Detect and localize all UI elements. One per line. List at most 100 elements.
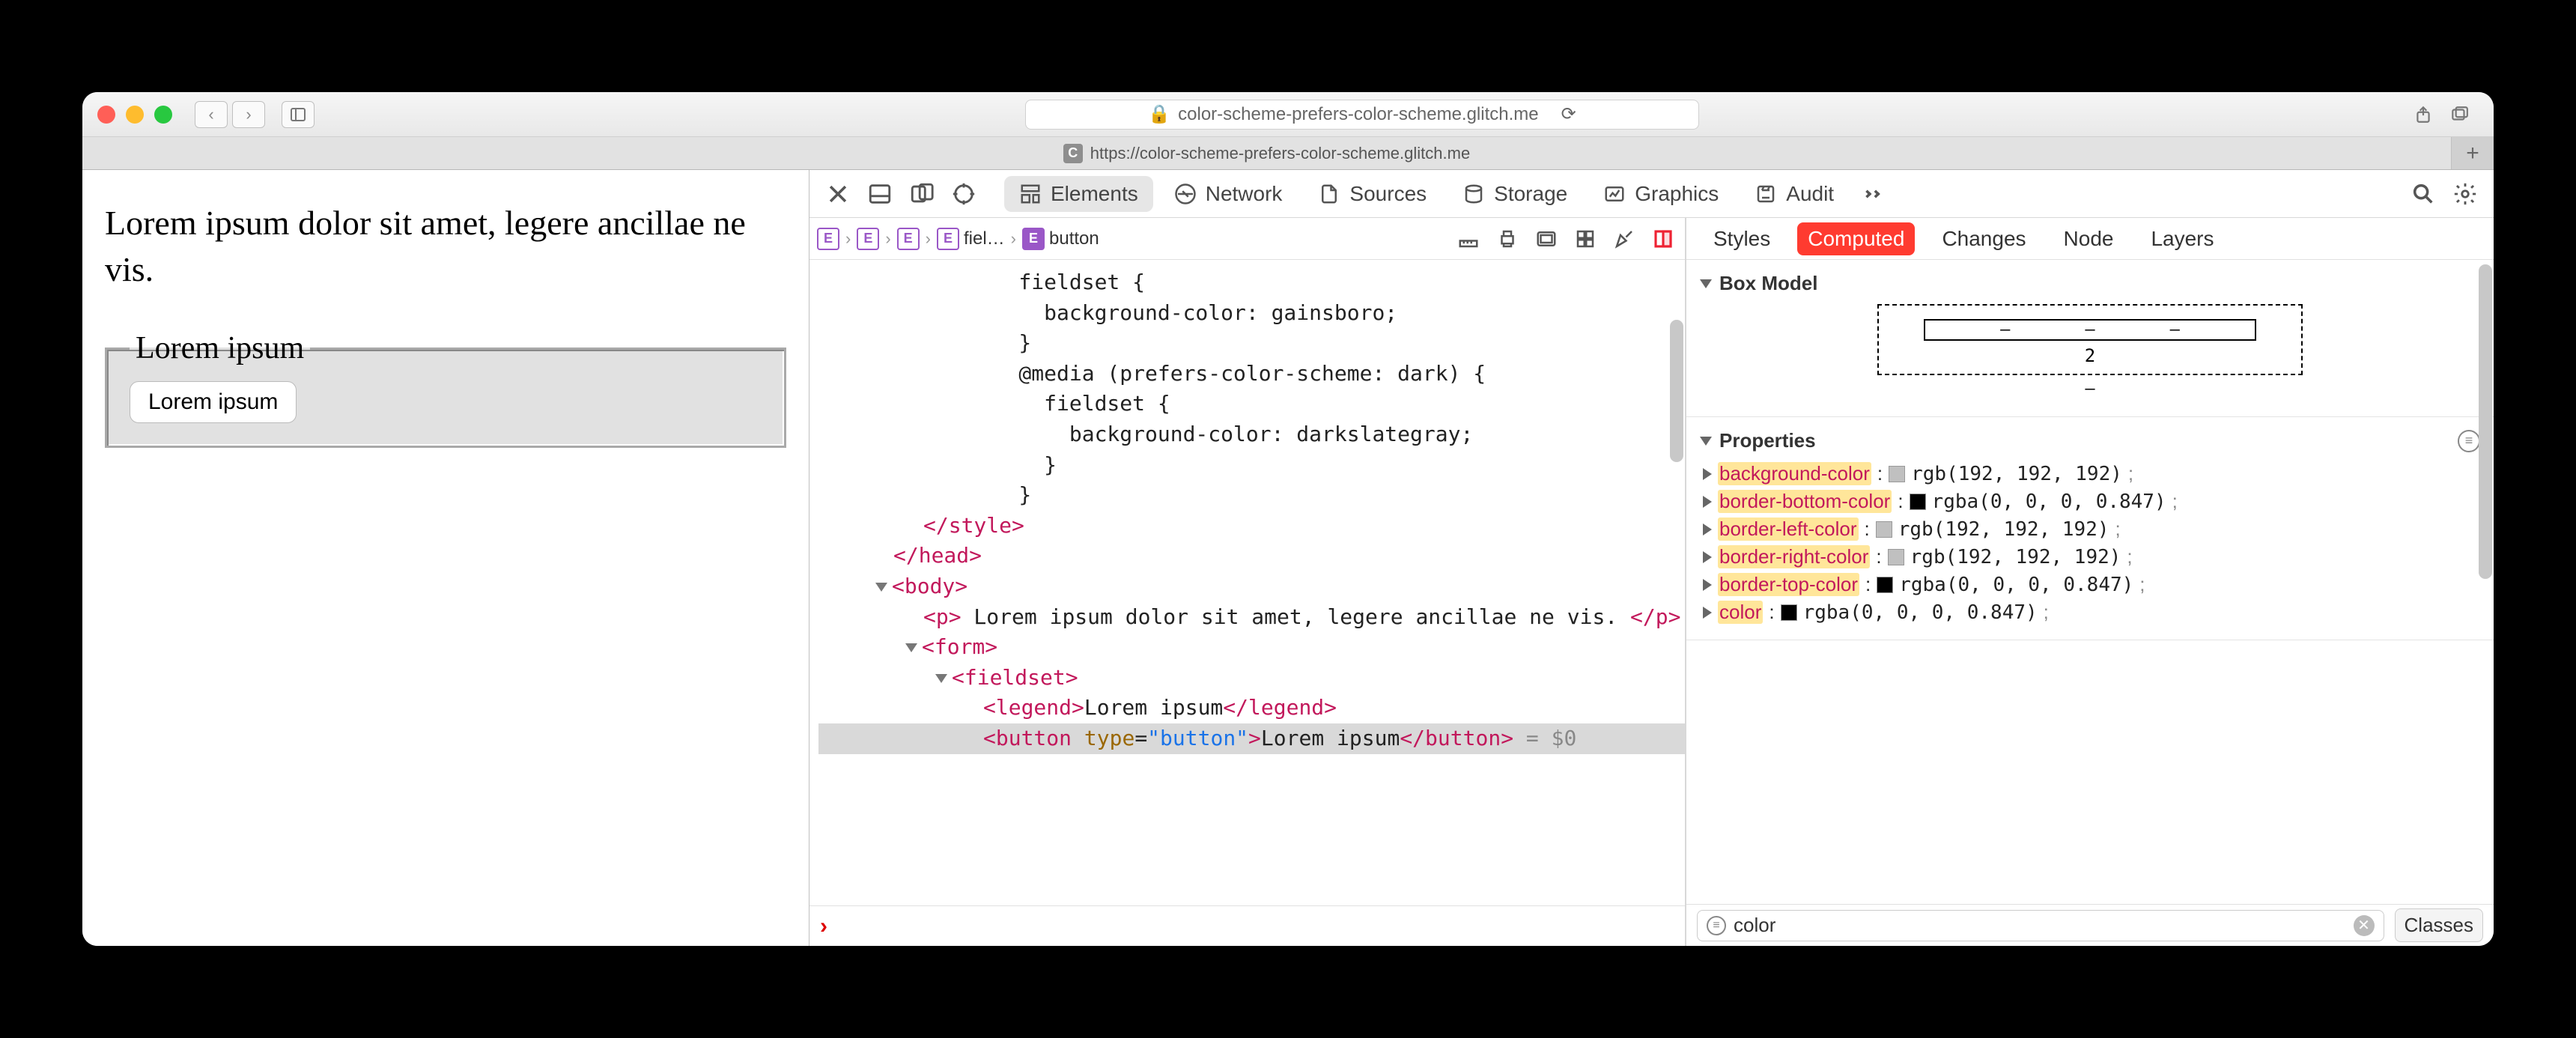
reload-icon[interactable]: ⟳ <box>1561 103 1576 125</box>
tab-audit[interactable]: Audit <box>1740 176 1849 212</box>
breadcrumb-sep: › <box>885 229 890 249</box>
property-name: color <box>1718 601 1763 624</box>
tab-favicon: C <box>1063 144 1083 163</box>
paint-flashing-button[interactable] <box>1610 225 1638 253</box>
color-swatch[interactable] <box>1888 549 1904 565</box>
property-value: rgba(0, 0, 0, 0.847) <box>1803 601 2038 624</box>
forward-button[interactable]: › <box>232 101 265 128</box>
side-scrollbar[interactable] <box>2479 264 2492 579</box>
dom-line[interactable]: background-color: gainsboro; <box>818 298 1685 329</box>
lock-icon: 🔒 <box>1148 103 1170 125</box>
overflow-tabs-button[interactable] <box>1855 176 1891 212</box>
classes-button[interactable]: Classes <box>2395 908 2483 942</box>
layout-panel-button[interactable] <box>1649 225 1677 253</box>
property-row[interactable]: border-right-color: rgb(192, 192, 192); <box>1703 543 2477 571</box>
tab-graphics[interactable]: Graphics <box>1588 176 1734 212</box>
dom-line[interactable]: background-color: darkslategray; <box>818 419 1685 450</box>
dom-line[interactable]: </style> <box>818 511 1685 541</box>
search-button[interactable] <box>2405 176 2441 212</box>
dom-tree[interactable]: fieldset { background-color: gainsboro; … <box>809 260 1685 905</box>
dom-line[interactable]: <p> Lorem ipsum dolor sit amet, legere a… <box>818 602 1685 633</box>
tab-computed[interactable]: Computed <box>1797 222 1915 255</box>
dom-line[interactable]: } <box>818 328 1685 359</box>
minimize-window-button[interactable] <box>126 106 144 124</box>
color-swatch[interactable] <box>1876 521 1892 538</box>
page-form: Lorem ipsum Lorem ipsum <box>105 330 786 448</box>
property-value: rgba(0, 0, 0, 0.847) <box>1899 574 2133 596</box>
property-row[interactable]: border-left-color: rgb(192, 192, 192); <box>1703 515 2477 543</box>
dom-line[interactable]: } <box>818 450 1685 481</box>
property-row[interactable]: color: rgba(0, 0, 0, 0.847); <box>1703 598 2477 626</box>
tab-elements[interactable]: Elements <box>1004 176 1153 212</box>
dom-line[interactable]: @media (prefers-color-scheme: dark) { <box>818 359 1685 389</box>
property-row[interactable]: background-color: rgb(192, 192, 192); <box>1703 460 2477 488</box>
element-picker-button[interactable] <box>946 176 982 212</box>
breadcrumb-sep: › <box>926 229 931 249</box>
tab-node[interactable]: Node <box>2053 222 2124 255</box>
breadcrumb-sep: › <box>1011 229 1016 249</box>
rulers-button[interactable] <box>1454 225 1483 253</box>
disclosure-triangle-icon <box>1700 279 1712 288</box>
tab-sources[interactable]: Sources <box>1303 176 1442 212</box>
close-window-button[interactable] <box>97 106 115 124</box>
dom-line[interactable]: <body> <box>818 571 1685 602</box>
disclosure-triangle-icon <box>1703 468 1712 480</box>
sidebar-toggle-button[interactable] <box>282 101 315 128</box>
tab-changes[interactable]: Changes <box>1931 222 2036 255</box>
property-row[interactable]: border-top-color: rgba(0, 0, 0, 0.847); <box>1703 571 2477 598</box>
tab-network-label: Network <box>1206 182 1283 206</box>
color-swatch[interactable] <box>1877 577 1893 593</box>
print-styles-button[interactable] <box>1493 225 1522 253</box>
dom-line[interactable]: <legend>Lorem ipsum</legend> <box>818 693 1685 723</box>
properties-filter-icon[interactable]: ≡ <box>2458 430 2480 452</box>
property-value: rgb(192, 192, 192) <box>1898 518 2109 541</box>
breadcrumb-html[interactable]: E <box>817 228 839 250</box>
breadcrumb-button[interactable]: Ebutton <box>1022 228 1099 250</box>
compositing-borders-button[interactable] <box>1571 225 1600 253</box>
tab-layers[interactable]: Layers <box>2140 222 2224 255</box>
dom-pane: E › E › E › Efiel… › Ebutton <box>809 218 1686 946</box>
address-bar[interactable]: 🔒 color-scheme-prefers-color-scheme.glit… <box>1025 100 1699 130</box>
property-name: border-left-color <box>1718 518 1859 541</box>
console-prompt-row[interactable]: › <box>809 905 1685 946</box>
dom-line[interactable]: </head> <box>818 541 1685 571</box>
dom-line[interactable]: fieldset { <box>818 389 1685 419</box>
tab-network[interactable]: Network <box>1159 176 1298 212</box>
dock-side-button[interactable] <box>904 176 940 212</box>
close-inspector-button[interactable] <box>820 176 856 212</box>
browser-tab[interactable]: C https://color-scheme-prefers-color-sch… <box>82 137 2452 169</box>
box-model-section: Box Model ––– 2 – <box>1686 260 2494 417</box>
box-model-header[interactable]: Box Model <box>1700 267 2480 300</box>
dom-line[interactable]: } <box>818 480 1685 511</box>
property-row[interactable]: border-bottom-color: rgba(0, 0, 0, 0.847… <box>1703 488 2477 515</box>
settings-button[interactable] <box>2447 176 2483 212</box>
breadcrumb-tools <box>1454 225 1677 253</box>
breadcrumb-form[interactable]: E <box>897 228 920 250</box>
new-tab-button[interactable]: + <box>2452 137 2494 169</box>
dom-line-selected[interactable]: <button type="button">Lorem ipsum</butto… <box>818 723 1685 754</box>
clear-filter-button[interactable]: ✕ <box>2354 915 2375 936</box>
tab-styles[interactable]: Styles <box>1703 222 1781 255</box>
property-value: rgba(0, 0, 0, 0.847) <box>1932 491 2166 513</box>
zoom-window-button[interactable] <box>154 106 172 124</box>
dom-line[interactable]: fieldset { <box>818 267 1685 298</box>
color-swatch[interactable] <box>1889 466 1905 482</box>
dom-line[interactable]: <form> <box>818 632 1685 663</box>
tabs-overview-button[interactable] <box>2446 101 2473 128</box>
dom-scrollbar[interactable] <box>1670 320 1683 462</box>
properties-header[interactable]: Properties ≡ <box>1700 425 2480 457</box>
filter-input[interactable]: ≡ color ✕ <box>1697 910 2384 941</box>
share-button[interactable] <box>2410 101 2437 128</box>
breadcrumb-body[interactable]: E <box>857 228 879 250</box>
dom-line[interactable]: <fieldset> <box>818 663 1685 693</box>
tab-storage[interactable]: Storage <box>1448 176 1582 212</box>
breadcrumb-fieldset[interactable]: Efiel… <box>937 228 1005 250</box>
back-button[interactable]: ‹ <box>195 101 228 128</box>
box-model-bottom: – <box>2085 380 2094 398</box>
dock-bottom-button[interactable] <box>862 176 898 212</box>
color-swatch[interactable] <box>1910 494 1926 510</box>
force-appearance-button[interactable] <box>1532 225 1561 253</box>
color-swatch[interactable] <box>1781 604 1797 621</box>
page-button[interactable]: Lorem ipsum <box>130 381 297 423</box>
tab-storage-label: Storage <box>1494 182 1567 206</box>
